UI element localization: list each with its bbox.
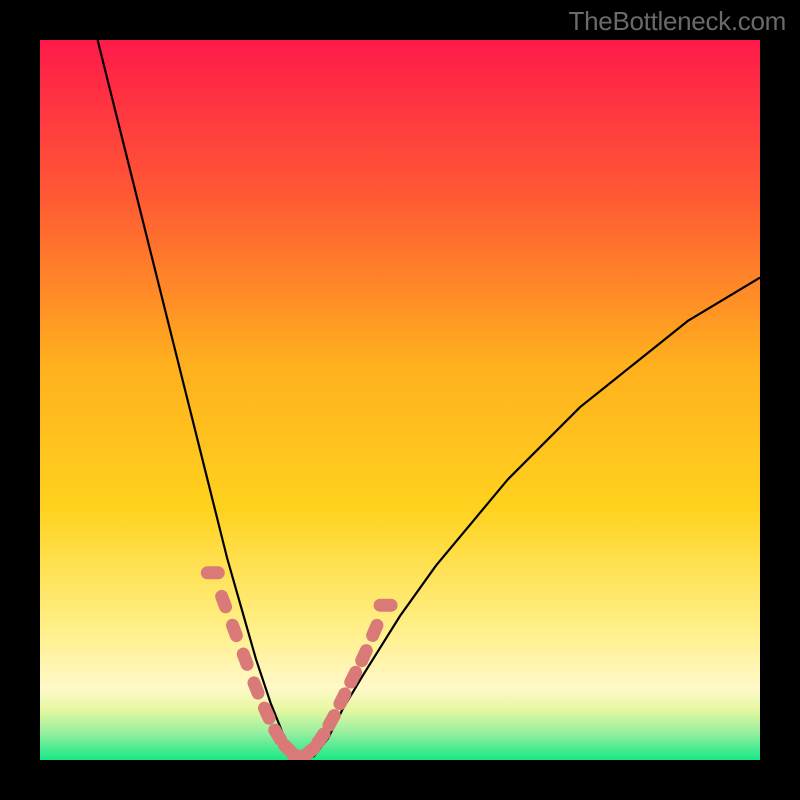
chart-svg xyxy=(40,40,760,760)
gradient-background xyxy=(40,40,760,760)
plot-area xyxy=(40,40,760,760)
chart-frame: TheBottleneck.com xyxy=(0,0,800,800)
curve-marker xyxy=(374,599,398,612)
curve-marker xyxy=(201,566,225,579)
watermark-text: TheBottleneck.com xyxy=(569,6,786,37)
